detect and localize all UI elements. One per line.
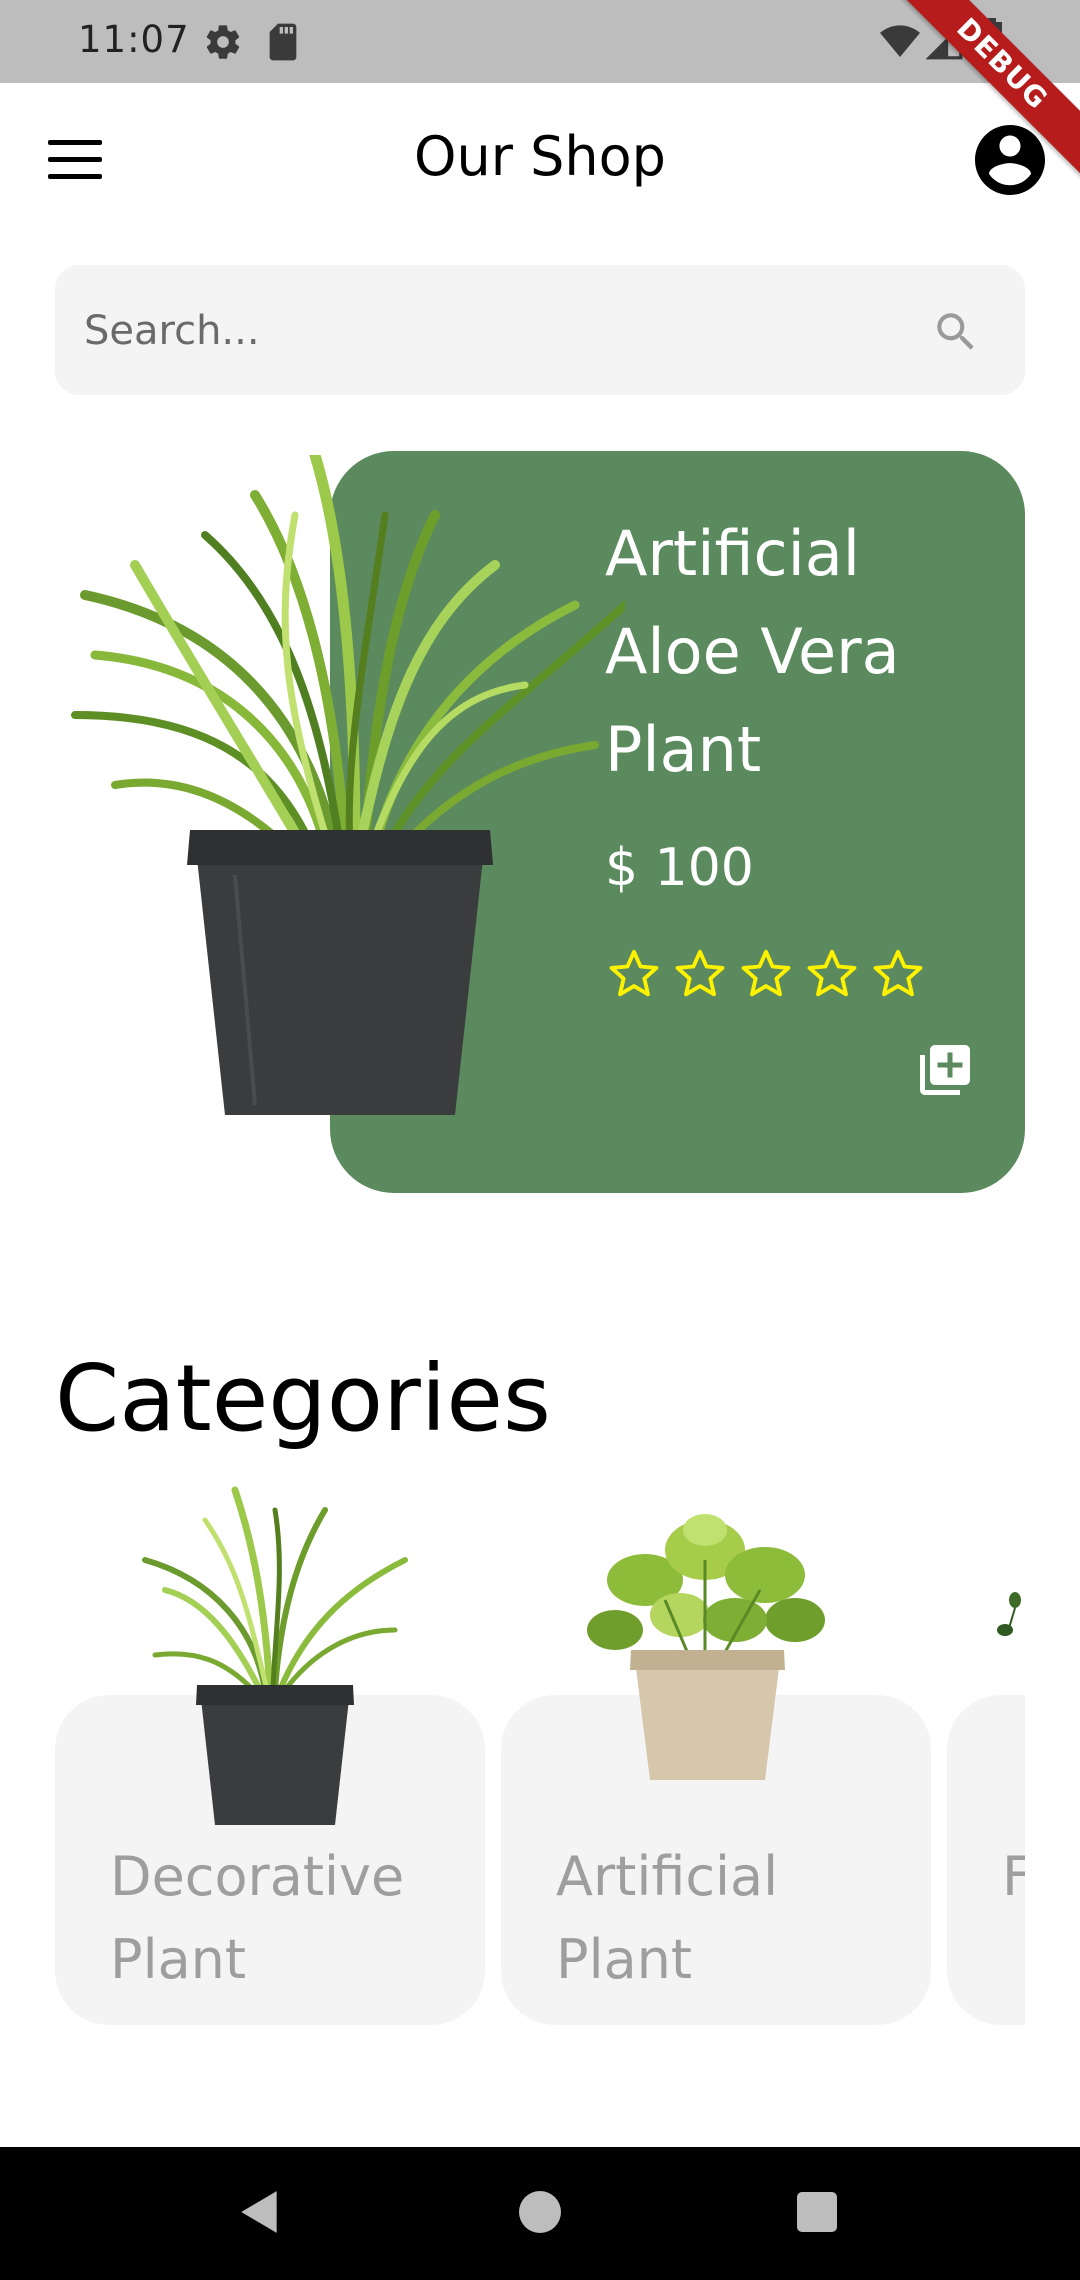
status-bar: 11:07	[0, 0, 1080, 83]
category-label: F P	[1002, 1845, 1025, 1908]
star-icon	[675, 949, 725, 997]
category-label: Artificial Plant	[556, 1845, 779, 1991]
search-input[interactable]	[82, 265, 946, 397]
search-icon[interactable]	[931, 307, 981, 357]
search-bar	[55, 265, 1025, 397]
page-title: Our Shop	[414, 125, 666, 188]
star-icon	[741, 949, 791, 997]
star-icon	[609, 949, 659, 997]
gear-icon	[206, 25, 240, 59]
featured-product-image	[71, 455, 625, 1115]
rating-stars	[605, 945, 927, 1005]
category-card-third[interactable]: F P	[947, 1695, 1025, 2025]
status-time: 11:07	[78, 18, 190, 61]
category-list: Decorative Plant Artificial Plant F P	[55, 1470, 1025, 2030]
artificial-plant-image	[587, 1514, 825, 1780]
star-icon	[873, 949, 923, 997]
back-icon[interactable]	[235, 2187, 285, 2237]
library-add-icon[interactable]	[915, 1040, 975, 1100]
sd-card-icon	[269, 23, 297, 61]
account-circle-icon[interactable]	[968, 118, 1052, 202]
featured-product-title: Artificial Aloe Vera Plant	[605, 517, 900, 786]
wifi-icon	[880, 25, 920, 57]
recents-icon[interactable]	[797, 2192, 837, 2232]
third-category-plant-image	[997, 1592, 1021, 1636]
decorative-plant-image	[142, 1486, 408, 1825]
system-nav-bar	[0, 2147, 1080, 2280]
category-label: Decorative Plant	[110, 1845, 405, 1991]
home-icon[interactable]	[519, 2191, 561, 2233]
app-bar: Our Shop	[0, 83, 1080, 238]
star-icon	[807, 949, 857, 997]
categories-heading: Categories	[55, 1345, 551, 1452]
featured-product-price: $ 100	[605, 838, 754, 898]
